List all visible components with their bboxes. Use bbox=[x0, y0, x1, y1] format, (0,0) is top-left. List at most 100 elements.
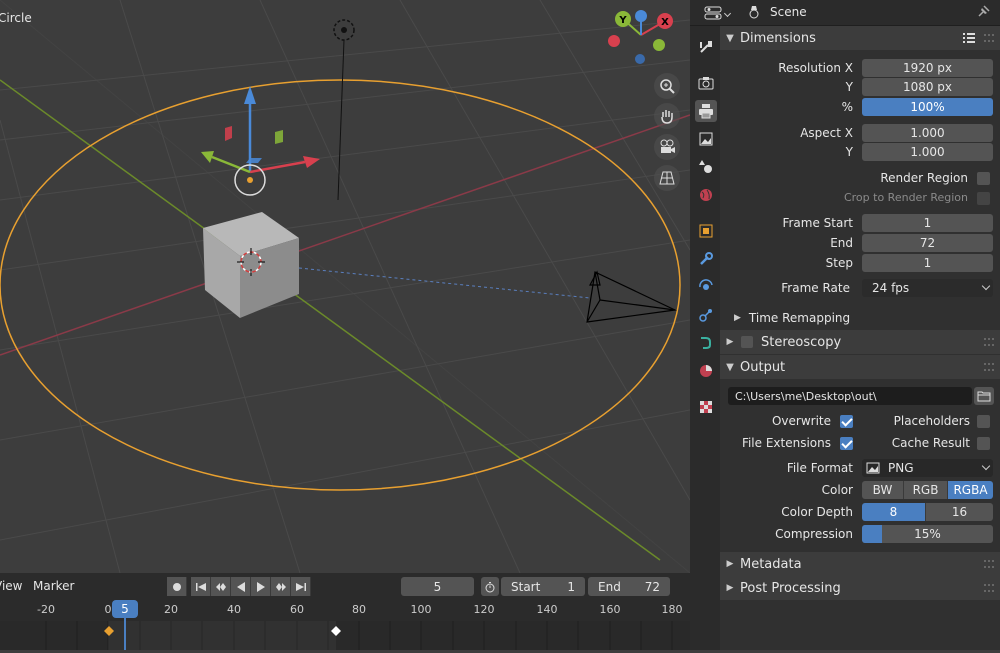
properties-content[interactable]: ▼ Dimensions Resolution X 1920 px Y 1080… bbox=[720, 26, 1000, 650]
color-depth-selector: 8 16 bbox=[862, 503, 993, 521]
pin-icon[interactable] bbox=[976, 5, 990, 19]
world-icon bbox=[700, 189, 712, 201]
file-extensions-checkbox[interactable] bbox=[840, 437, 853, 450]
editor-type-button[interactable] bbox=[704, 5, 732, 21]
file-format-select[interactable]: PNG bbox=[862, 459, 993, 477]
marker-menu[interactable]: Marker bbox=[33, 579, 74, 593]
tab-output[interactable] bbox=[695, 100, 717, 122]
3d-viewport[interactable]: Y X Circle bbox=[0, 0, 690, 573]
camera-view-button[interactable] bbox=[654, 134, 680, 160]
end-frame-field[interactable]: End 72 bbox=[588, 577, 670, 596]
tab-constraints[interactable] bbox=[695, 332, 717, 354]
tab-tool[interactable] bbox=[695, 36, 717, 58]
output-panel-header[interactable]: ▼ Output bbox=[720, 355, 1000, 379]
aspect-x-field[interactable]: 1.000 bbox=[862, 124, 993, 142]
object-icon bbox=[699, 224, 713, 238]
color-mode-rgba[interactable]: RGBA bbox=[948, 481, 993, 499]
playhead-frame-badge[interactable]: 5 bbox=[112, 600, 138, 618]
drag-grip[interactable] bbox=[984, 338, 994, 346]
camera-track-line bbox=[298, 267, 591, 299]
dimensions-panel-header[interactable]: ▼ Dimensions bbox=[720, 26, 1000, 50]
cube-object[interactable] bbox=[203, 212, 299, 318]
color-mode-rgb[interactable]: RGB bbox=[904, 481, 948, 499]
placeholders-checkbox[interactable] bbox=[977, 415, 990, 428]
drag-grip[interactable] bbox=[984, 34, 994, 42]
tab-particles[interactable] bbox=[695, 276, 717, 298]
browse-folder-button[interactable] bbox=[974, 387, 994, 405]
play-button[interactable] bbox=[251, 577, 271, 596]
keyframe-track[interactable] bbox=[0, 621, 690, 650]
color-mode-bw[interactable]: BW bbox=[862, 481, 904, 499]
next-keyframe-button[interactable] bbox=[271, 577, 291, 596]
active-object-label: Circle bbox=[0, 11, 32, 25]
post-processing-panel-header[interactable]: ▶ Post Processing bbox=[720, 576, 1000, 600]
jump-end-button[interactable] bbox=[291, 577, 311, 596]
transform-gizmo[interactable] bbox=[201, 86, 320, 196]
drag-grip[interactable] bbox=[984, 584, 994, 592]
resolution-x-field[interactable]: 1920 px bbox=[862, 59, 993, 77]
start-frame-field[interactable]: Start 1 bbox=[501, 577, 585, 596]
use-preview-range-button[interactable] bbox=[481, 577, 499, 596]
resolution-percent-label: % bbox=[841, 100, 853, 114]
drag-grip[interactable] bbox=[984, 560, 994, 568]
prev-keyframe-button[interactable] bbox=[211, 577, 231, 596]
scene-canvas[interactable]: Y X bbox=[0, 0, 690, 573]
metadata-panel-header[interactable]: ▶ Metadata bbox=[720, 552, 1000, 576]
presets-list-icon[interactable] bbox=[962, 31, 976, 45]
play-reverse-button[interactable] bbox=[231, 577, 251, 596]
color-depth-8[interactable]: 8 bbox=[862, 503, 926, 521]
tab-world[interactable] bbox=[695, 184, 717, 206]
frame-end-field[interactable]: 72 bbox=[862, 234, 993, 252]
render-region-checkbox[interactable] bbox=[977, 172, 990, 185]
frame-ruler[interactable]: -20 0 20 40 60 80 100 120 140 160 180 bbox=[0, 599, 690, 621]
current-frame-field[interactable]: 5 bbox=[401, 577, 474, 596]
metadata-title: Metadata bbox=[740, 556, 802, 572]
tab-texture[interactable] bbox=[695, 396, 717, 418]
perspective-toggle-button[interactable] bbox=[654, 165, 680, 191]
resolution-y-field[interactable]: 1080 px bbox=[862, 78, 993, 96]
cache-result-checkbox[interactable] bbox=[977, 437, 990, 450]
timeline-editor[interactable]: View Marker 5 Start 1 End 72 -20 0 20 40… bbox=[0, 573, 690, 650]
end-frame-value: 72 bbox=[644, 579, 660, 594]
tab-material[interactable] bbox=[695, 360, 717, 382]
camera-icon bbox=[660, 139, 675, 153]
tab-scene[interactable] bbox=[695, 156, 717, 178]
image-icon bbox=[699, 132, 713, 146]
folder-icon bbox=[977, 391, 991, 402]
keyframe-start[interactable] bbox=[104, 626, 114, 636]
time-remapping-subpanel[interactable]: ▶ Time Remapping bbox=[734, 311, 850, 325]
resolution-percent-slider[interactable]: 100% bbox=[862, 98, 993, 116]
crop-to-render-region-checkbox[interactable] bbox=[977, 192, 990, 205]
resolution-x-label: Resolution X bbox=[778, 61, 853, 75]
floor-grid bbox=[0, 0, 690, 573]
tab-physics[interactable] bbox=[695, 304, 717, 326]
properties-editor[interactable]: Scene ▼ Dimensions Resolution X 1920 px … bbox=[690, 0, 1000, 650]
jump-start-button[interactable] bbox=[191, 577, 211, 596]
playhead-line[interactable] bbox=[124, 618, 126, 650]
color-depth-label: Color Depth bbox=[781, 505, 853, 519]
record-button[interactable] bbox=[167, 577, 187, 596]
view-menu[interactable]: View bbox=[0, 579, 22, 593]
tab-render[interactable] bbox=[695, 72, 717, 94]
chevron-down-icon bbox=[981, 281, 991, 291]
keyframe-end[interactable] bbox=[331, 626, 341, 636]
pan-button[interactable] bbox=[654, 103, 680, 129]
frame-rate-value: 24 fps bbox=[872, 281, 910, 295]
frame-rate-select[interactable]: 24 fps bbox=[862, 279, 993, 297]
stereoscopy-panel-header[interactable]: ▶ Stereoscopy bbox=[720, 330, 1000, 354]
output-path-input[interactable]: C:\Users\me\Desktop\out\ bbox=[728, 387, 972, 405]
aspect-y-field[interactable]: 1.000 bbox=[862, 143, 993, 161]
drag-grip[interactable] bbox=[984, 363, 994, 371]
overwrite-checkbox[interactable] bbox=[840, 415, 853, 428]
stereoscopy-checkbox[interactable] bbox=[741, 336, 753, 348]
time-remapping-title: Time Remapping bbox=[748, 311, 851, 325]
tab-modifiers[interactable] bbox=[695, 248, 717, 270]
color-depth-16[interactable]: 16 bbox=[926, 503, 993, 521]
zoom-button[interactable] bbox=[654, 73, 680, 99]
frame-start-field[interactable]: 1 bbox=[862, 214, 993, 232]
tab-view-layer[interactable] bbox=[695, 128, 717, 150]
frame-step-field[interactable]: 1 bbox=[862, 254, 993, 272]
compression-slider[interactable]: 15% bbox=[862, 525, 993, 543]
camera-object[interactable] bbox=[586, 270, 678, 323]
tab-object[interactable] bbox=[695, 220, 717, 242]
